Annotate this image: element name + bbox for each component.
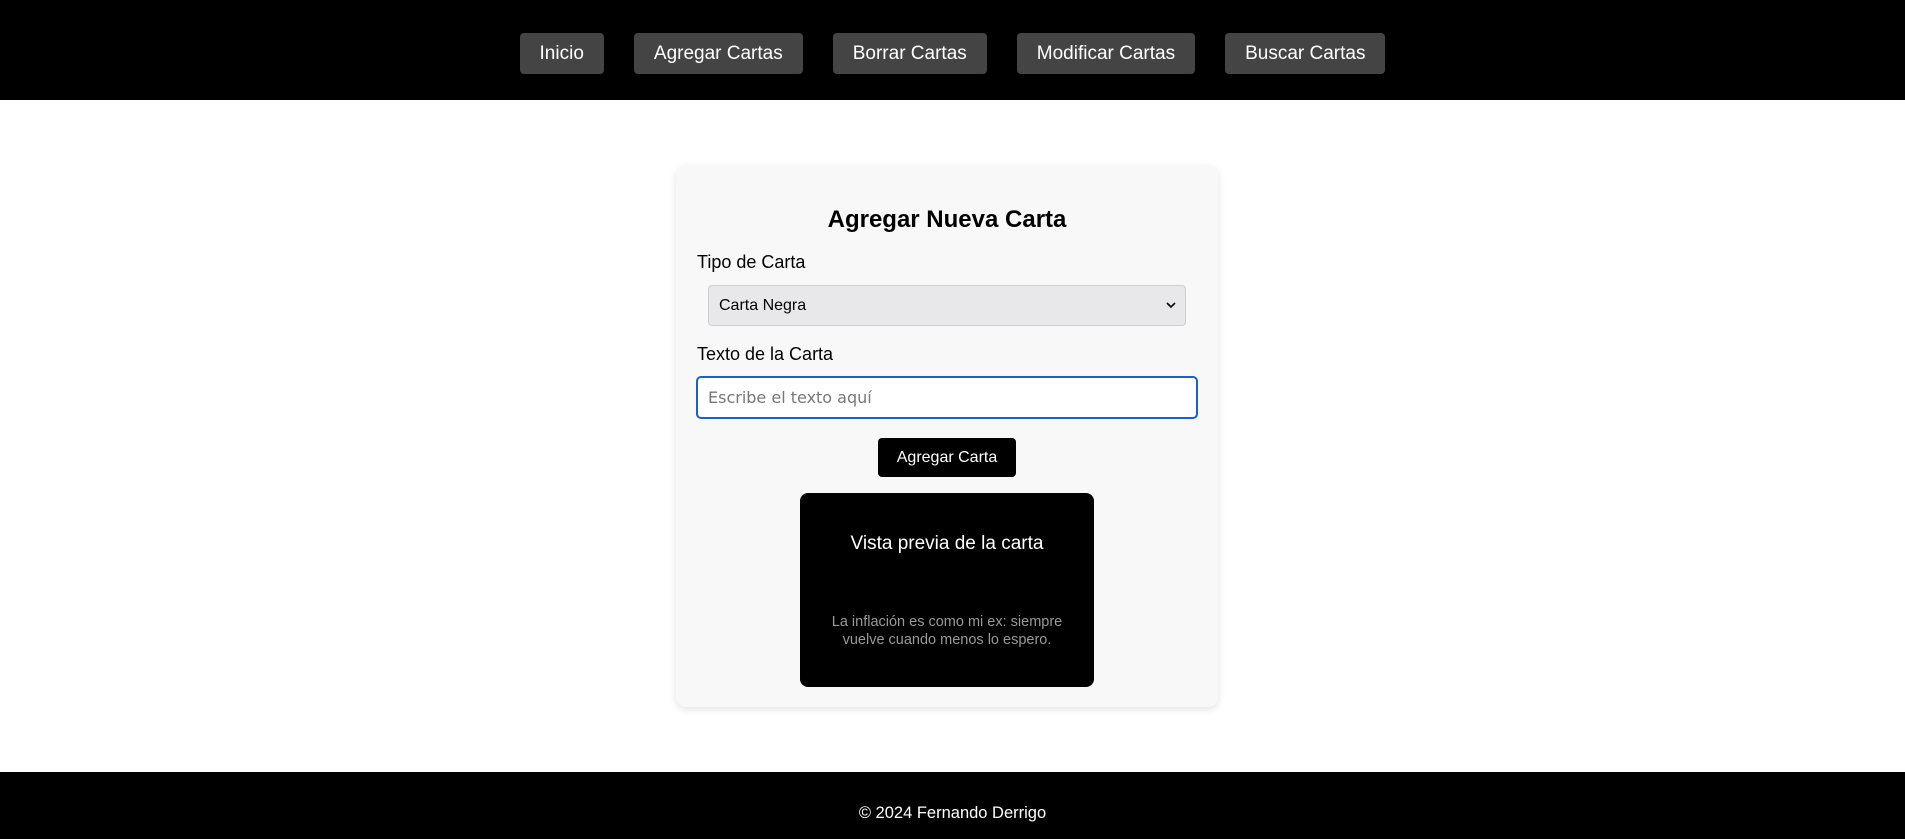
nav-menu: Inicio Agregar Cartas Borrar Cartas Modi…: [0, 33, 1905, 74]
add-card-button[interactable]: Agregar Carta: [878, 438, 1016, 477]
add-card-form: Agregar Nueva Carta Tipo de Carta Carta …: [676, 166, 1218, 707]
card-type-label: Tipo de Carta: [697, 252, 806, 272]
nav-inicio-button[interactable]: Inicio: [519, 33, 604, 74]
nav-modificar-cartas-button[interactable]: Modificar Cartas: [1016, 33, 1196, 74]
card-preview: Vista previa de la carta La inflación es…: [800, 493, 1094, 687]
nav-borrar-cartas-button[interactable]: Borrar Cartas: [832, 33, 987, 74]
card-type-selected-value: Carta Negra: [719, 297, 807, 314]
card-text-input[interactable]: [696, 376, 1198, 419]
form-title: Agregar Nueva Carta: [827, 206, 1067, 233]
footer-copyright: © 2024 Fernando Derrigo: [858, 804, 1047, 822]
nav-agregar-cartas-button[interactable]: Agregar Cartas: [633, 33, 803, 74]
chevron-down-icon: [1166, 302, 1176, 309]
card-type-select[interactable]: Carta Negra: [708, 285, 1186, 326]
nav-buscar-cartas-button[interactable]: Buscar Cartas: [1225, 33, 1386, 74]
preview-title: Vista previa de la carta: [850, 533, 1044, 554]
card-text-label: Texto de la Carta: [697, 344, 834, 364]
preview-card-text: La inflación es como mi ex: siempre vuel…: [831, 614, 1063, 648]
footer: © 2024 Fernando Derrigo: [0, 772, 1905, 839]
top-navbar: Inicio Agregar Cartas Borrar Cartas Modi…: [0, 0, 1905, 100]
